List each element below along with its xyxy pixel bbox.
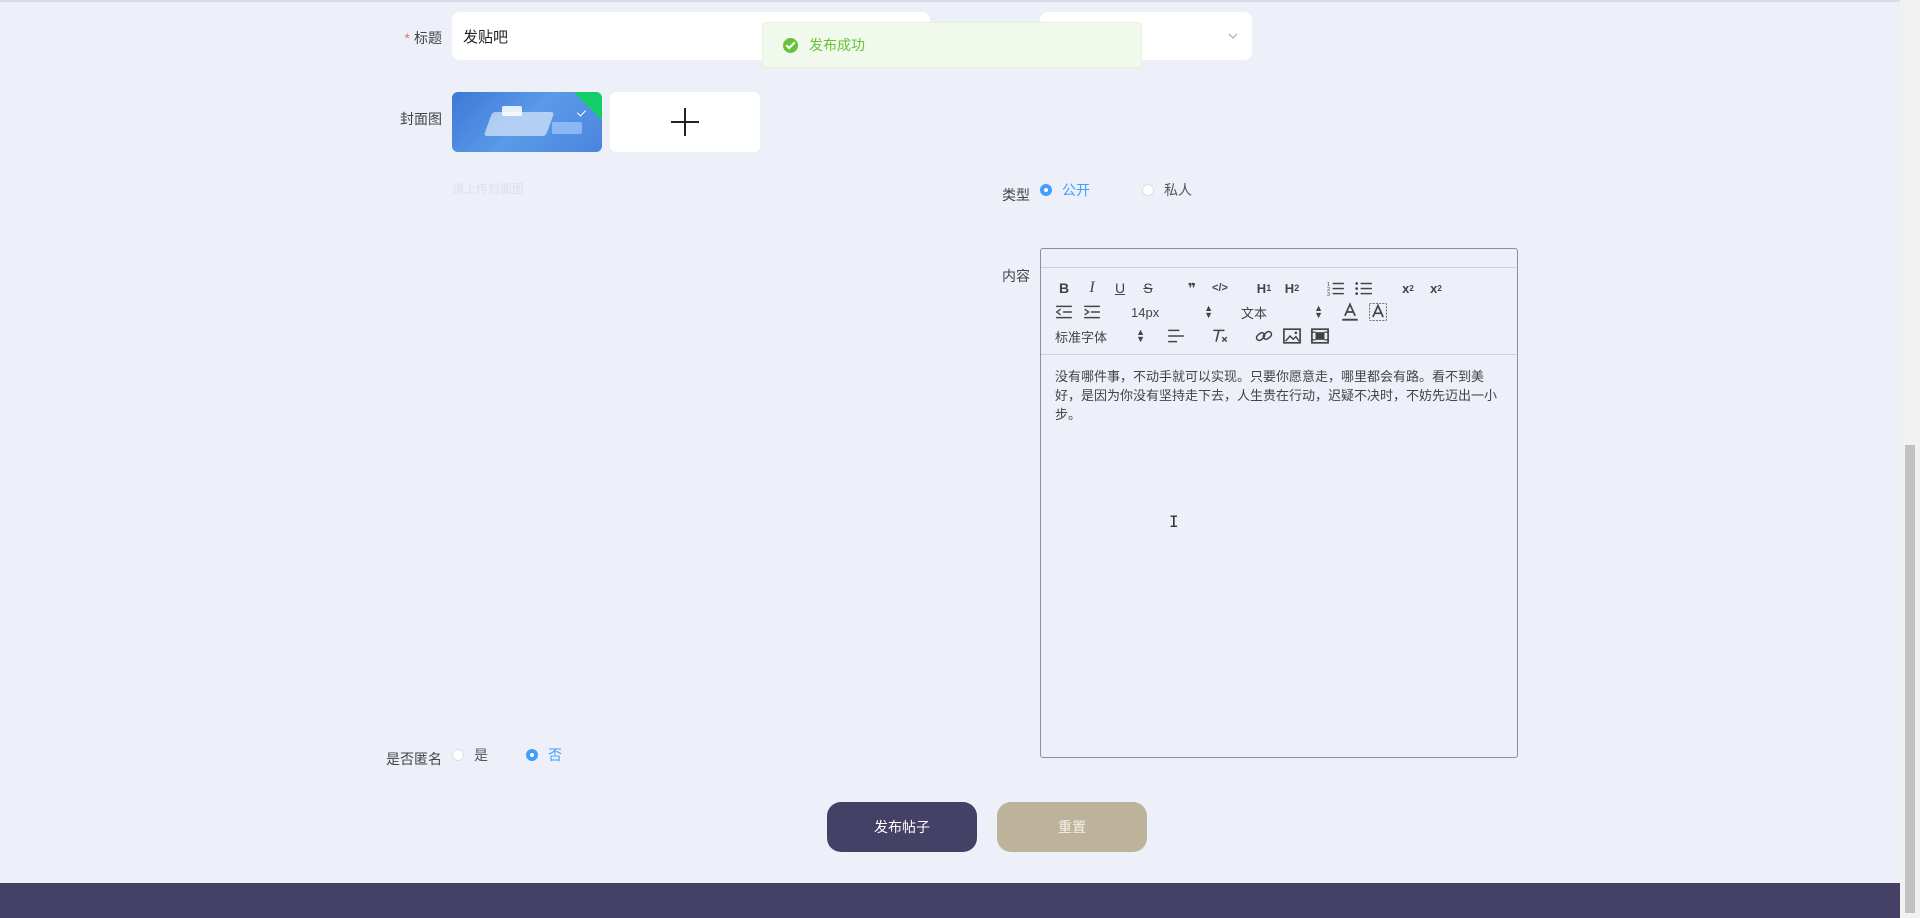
title-label: * 标题 <box>404 30 442 46</box>
text-cursor-icon: I <box>1169 512 1179 531</box>
radio-dot <box>526 749 538 761</box>
blockquote-button[interactable]: ❞ <box>1183 278 1201 298</box>
content-label: 内容 <box>1002 268 1030 284</box>
cover-label: 封面图 <box>400 111 442 127</box>
font-family-picker[interactable]: 标准字体 ▲ ▼ <box>1055 327 1145 346</box>
radio-dot <box>1142 184 1154 196</box>
rich-text-editor: B I U S ❞ </> H1 H2 123 x 2 x 2 14px ▲ ▼… <box>1040 248 1518 758</box>
page-scrollbar[interactable] <box>1900 0 1920 918</box>
check-icon <box>576 107 587 117</box>
align-left-icon[interactable] <box>1167 326 1185 346</box>
chevron-down-icon <box>1228 33 1238 39</box>
anonymous-radio-no[interactable]: 否 <box>526 745 562 765</box>
background-color-icon[interactable] <box>1369 302 1387 322</box>
anonymous-radio-group: 是 否 <box>452 745 590 765</box>
anonymous-radio-yes[interactable]: 是 <box>452 745 488 765</box>
success-check-icon <box>783 37 798 53</box>
h2-button[interactable]: H2 <box>1283 278 1301 298</box>
success-toast: 发布成功 <box>762 22 1142 68</box>
subscript-button[interactable]: x2 <box>1399 278 1417 298</box>
svg-text:3: 3 <box>1327 292 1330 298</box>
clear-format-icon[interactable] <box>1211 326 1229 346</box>
scrollbar-thumb[interactable] <box>1905 445 1915 913</box>
top-divider <box>0 0 1900 2</box>
reset-button[interactable]: 重置 <box>997 802 1147 852</box>
type-radio-public[interactable]: 公开 <box>1040 180 1090 200</box>
editor-content[interactable]: 没有哪件事，不动手就可以实现。只要你愿意走，哪里都会有路。看不到美好，是因为你没… <box>1041 355 1517 436</box>
upload-cover-button[interactable] <box>610 92 760 152</box>
bold-button[interactable]: B <box>1055 278 1073 298</box>
video-icon[interactable] <box>1311 326 1329 346</box>
ordered-list-icon[interactable]: 123 <box>1327 278 1345 298</box>
updown-arrow-icon: ▲ ▼ <box>1314 303 1323 320</box>
link-icon[interactable] <box>1255 326 1273 346</box>
type-radio-group: 公开 私人 <box>1040 180 1220 200</box>
toast-message: 发布成功 <box>809 37 865 53</box>
updown-arrow-icon: ▲ ▼ <box>1136 327 1145 344</box>
font-color-icon[interactable] <box>1341 302 1359 322</box>
underline-button[interactable]: U <box>1111 278 1129 298</box>
strike-button[interactable]: S <box>1139 278 1157 298</box>
type-label: 类型 <box>1002 187 1030 203</box>
h1-button[interactable]: H1 <box>1255 278 1273 298</box>
required-mark: * <box>404 30 410 46</box>
updown-arrow-icon: ▲ ▼ <box>1204 303 1213 320</box>
italic-button[interactable]: I <box>1083 278 1101 298</box>
type-radio-private[interactable]: 私人 <box>1142 180 1192 200</box>
bullet-list-icon[interactable] <box>1355 278 1373 298</box>
radio-dot <box>1040 184 1052 196</box>
cover-hint: 请上传封面图 <box>452 182 525 196</box>
editor-toolbar: B I U S ❞ </> H1 H2 123 x 2 x 2 14px ▲ ▼… <box>1041 268 1517 355</box>
indent-icon[interactable] <box>1083 302 1101 322</box>
radio-dot <box>452 749 464 761</box>
header-picker[interactable]: 文本 ▲ ▼ <box>1241 303 1323 322</box>
cover-thumbnail[interactable] <box>452 92 602 152</box>
image-icon[interactable] <box>1283 326 1301 346</box>
submit-post-button[interactable]: 发布帖子 <box>827 802 977 852</box>
footer <box>0 883 1900 918</box>
font-size-picker[interactable]: 14px ▲ ▼ <box>1131 303 1213 320</box>
page: *标题 发布成功 封面图 请上传封面图 类型 公开 私人 内容 <box>0 0 1920 918</box>
outdent-icon[interactable] <box>1055 302 1073 322</box>
upload-success-corner <box>573 92 602 121</box>
anonymous-label: 是否匿名 <box>386 751 442 767</box>
code-button[interactable]: </> <box>1211 278 1229 298</box>
superscript-button[interactable]: x2 <box>1427 278 1445 298</box>
